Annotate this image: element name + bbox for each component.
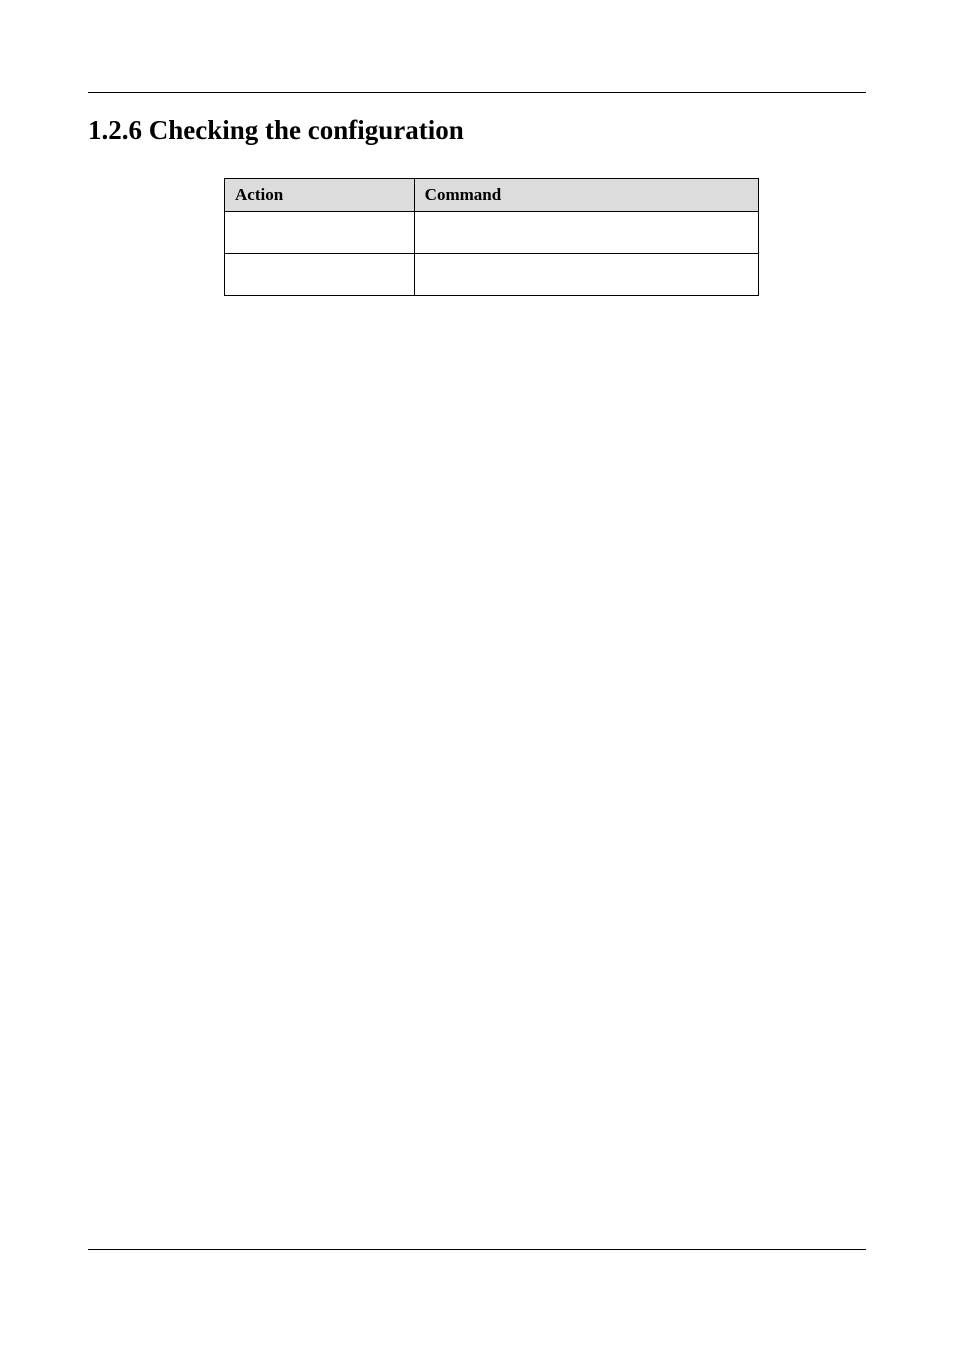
- bottom-horizontal-rule: [88, 1249, 866, 1250]
- table-cell-command: [414, 212, 758, 254]
- table-header-action: Action: [225, 179, 415, 212]
- table-cell-action: [225, 254, 415, 296]
- document-page: 1.2.6 Checking the configuration Action …: [0, 0, 954, 1350]
- table-cell-command: [414, 254, 758, 296]
- table-row: [225, 254, 759, 296]
- section-heading: 1.2.6 Checking the configuration: [88, 115, 866, 146]
- table-cell-action: [225, 212, 415, 254]
- config-table: Action Command: [224, 178, 759, 296]
- table-header-command: Command: [414, 179, 758, 212]
- table-container: Action Command: [224, 178, 866, 296]
- top-horizontal-rule: [88, 92, 866, 93]
- table-row: [225, 212, 759, 254]
- table-header-row: Action Command: [225, 179, 759, 212]
